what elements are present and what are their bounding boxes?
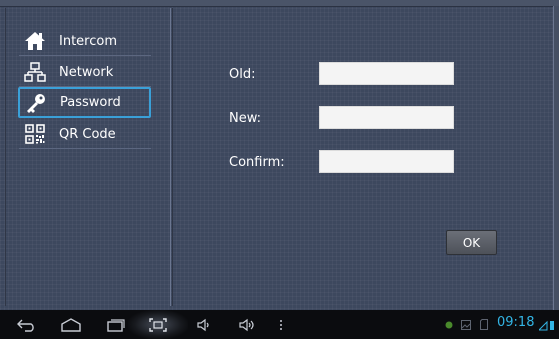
sidebar-item-intercom[interactable]: Intercom <box>19 27 151 56</box>
back-button[interactable] <box>14 310 40 339</box>
volume-down-button[interactable] <box>194 310 214 339</box>
sidebar-item-label: Intercom <box>59 33 117 49</box>
home-button[interactable] <box>58 310 84 339</box>
sidebar-item-label: QR Code <box>59 126 116 142</box>
screenshot-button[interactable] <box>147 310 169 339</box>
key-icon <box>25 92 47 114</box>
sidebar-item-qr-code[interactable]: QR Code <box>19 120 151 149</box>
old-password-label: Old: <box>229 67 256 82</box>
confirm-password-input[interactable] <box>319 150 454 173</box>
right-edge <box>553 6 559 310</box>
volume-down-icon <box>197 318 209 331</box>
sidebar-item-password[interactable]: Password <box>18 87 151 118</box>
screenshot-icon <box>149 317 167 332</box>
ok-button[interactable]: OK <box>446 230 497 255</box>
menu-button[interactable] <box>276 310 286 339</box>
volume-up-icon <box>239 318 254 331</box>
sidebar-item-network[interactable]: Network <box>19 58 151 87</box>
back-icon <box>17 319 34 332</box>
network-icon <box>24 61 46 83</box>
sd-notification <box>478 310 490 339</box>
image-icon <box>461 319 471 330</box>
sd-card-icon <box>480 319 488 330</box>
volume-up-button[interactable] <box>236 310 258 339</box>
qr-code-icon <box>24 123 46 145</box>
status-dot <box>443 310 455 339</box>
new-password-label: New: <box>229 111 262 126</box>
signal-battery-icon <box>539 320 554 330</box>
clock: 09:18 <box>497 315 535 330</box>
top-border <box>0 0 559 7</box>
image-notification <box>460 310 472 339</box>
green-dot-icon <box>445 321 453 328</box>
sidebar-item-label: Password <box>60 95 121 110</box>
signal-battery <box>538 310 556 339</box>
confirm-password-label: Confirm: <box>229 155 285 170</box>
recent-apps-icon <box>107 318 125 332</box>
overflow-menu-icon <box>280 319 282 330</box>
sidebar-item-label: Network <box>59 64 114 80</box>
settings-screen: Intercom Network Password QR Code Old: N… <box>0 0 559 310</box>
home-icon <box>24 30 46 52</box>
home-nav-icon <box>61 317 81 332</box>
new-password-input[interactable] <box>319 106 454 129</box>
recent-apps-button[interactable] <box>104 310 128 339</box>
old-password-input[interactable] <box>319 62 454 85</box>
